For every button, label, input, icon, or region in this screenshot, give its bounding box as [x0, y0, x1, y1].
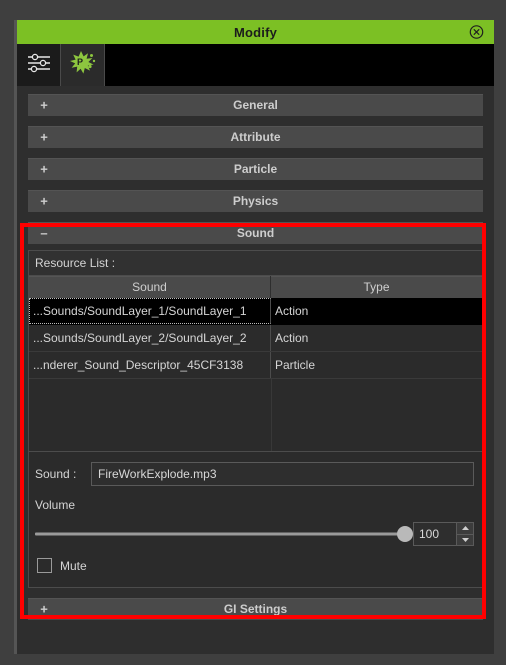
cell-type: Particle: [275, 358, 316, 372]
panel-body: + General + Attribute + Particle + Physi…: [17, 86, 494, 652]
volume-slider[interactable]: [35, 525, 413, 543]
sound-file-input[interactable]: [91, 462, 474, 486]
sound-field-label: Sound :: [35, 467, 77, 481]
section-label: General: [233, 98, 278, 112]
section-header-physics[interactable]: + Physics: [28, 190, 483, 212]
modify-panel-window: Modify P + General + Attribute + Particl…: [14, 20, 494, 654]
section-label: GI Settings: [223, 602, 288, 616]
table-row[interactable]: ...Sounds/SoundLayer_1/SoundLayer_1 Acti…: [29, 298, 482, 325]
volume-row: [29, 512, 482, 546]
mute-checkbox[interactable]: [37, 558, 52, 573]
mute-label: Mute: [60, 558, 87, 573]
volume-value-input[interactable]: [413, 522, 457, 546]
table-header-row: Sound Type: [29, 276, 482, 298]
tab-particle-effect[interactable]: P: [61, 44, 105, 86]
volume-stepper: [457, 522, 474, 546]
resource-list-table: Sound Type ...Sounds/SoundLayer_1/SoundL…: [29, 276, 482, 452]
section-label: Sound: [236, 226, 275, 240]
section-header-gi-settings[interactable]: + GI Settings: [28, 598, 483, 620]
tab-bar-filler: [105, 44, 494, 86]
section-header-general[interactable]: + General: [28, 94, 483, 116]
expander-sign: +: [40, 601, 48, 617]
mute-row: Mute: [29, 546, 482, 587]
column-divider: [271, 379, 272, 451]
window-title: Modify: [233, 24, 278, 40]
slider-track: [35, 532, 405, 536]
section-label: Attribute: [230, 130, 281, 144]
expander-sign: +: [40, 161, 48, 177]
expander-sign: +: [40, 97, 48, 113]
section-sound: – Sound Resource List : Sound Type ...So…: [28, 222, 483, 588]
sliders-icon: [25, 50, 53, 81]
sound-field-row: Sound :: [29, 452, 482, 490]
title-bar: Modify: [17, 20, 494, 44]
tab-bar: P: [17, 44, 494, 86]
expander-sign: –: [40, 225, 48, 241]
table-row[interactable]: ...nderer_Sound_Descriptor_45CF3138 Part…: [29, 352, 482, 379]
cell-sound: ...Sounds/SoundLayer_2/SoundLayer_2: [29, 325, 271, 351]
cell-type: Action: [275, 304, 309, 318]
tab-attributes[interactable]: [17, 44, 61, 86]
section-header-particle[interactable]: + Particle: [28, 158, 483, 180]
cell-type: Action: [275, 331, 309, 345]
volume-label: Volume: [35, 498, 76, 512]
slider-thumb[interactable]: [397, 526, 413, 542]
expander-sign: +: [40, 129, 48, 145]
application-root: Modify P + General + Attribute + Particl…: [0, 0, 506, 665]
section-label: Particle: [233, 162, 278, 176]
particle-burst-icon: P: [68, 49, 98, 82]
section-header-attribute[interactable]: + Attribute: [28, 126, 483, 148]
close-circle-icon[interactable]: [469, 25, 484, 40]
section-label: Physics: [232, 194, 279, 208]
cell-sound: ...nderer_Sound_Descriptor_45CF3138: [29, 352, 271, 378]
column-header-sound[interactable]: Sound: [29, 276, 271, 298]
table-empty-area[interactable]: [29, 379, 482, 451]
cell-sound: ...Sounds/SoundLayer_1/SoundLayer_1: [29, 298, 271, 324]
column-header-type[interactable]: Type: [271, 276, 482, 298]
sound-section-content: Resource List : Sound Type ...Sounds/Sou…: [28, 250, 483, 588]
section-header-sound[interactable]: – Sound: [28, 222, 483, 244]
stepper-up-icon[interactable]: [457, 523, 473, 535]
table-row[interactable]: ...Sounds/SoundLayer_2/SoundLayer_2 Acti…: [29, 325, 482, 352]
svg-text:P: P: [76, 57, 82, 67]
resource-list-label: Resource List :: [29, 251, 482, 276]
expander-sign: +: [40, 193, 48, 209]
stepper-down-icon[interactable]: [457, 535, 473, 546]
